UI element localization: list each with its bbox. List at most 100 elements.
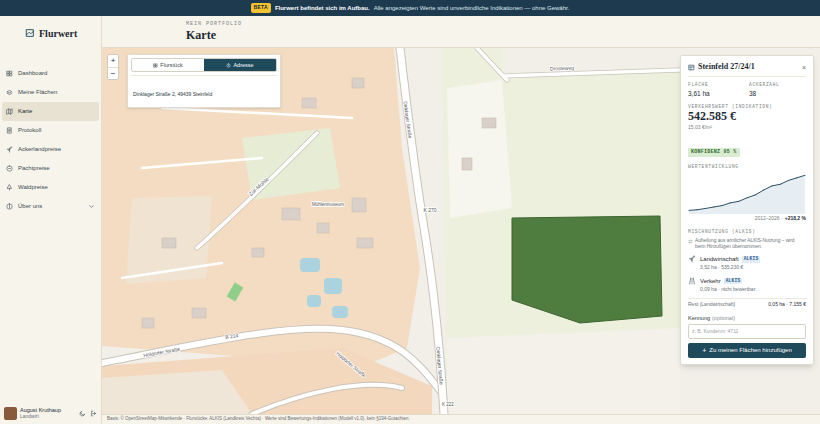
mix-rest: Rest (Landwirtschaft)0,05 ha · 7.155 € (688, 298, 806, 309)
attribution-text: Basis: © OpenStreetMap-Mitwirkende · Flu… (107, 416, 410, 423)
add-to-portfolio-button[interactable]: +Zu meinen Flächen hinzufügen (688, 343, 806, 358)
sidebar-item[interactable]: Karte (2, 102, 99, 121)
chart-segment (747, 195, 755, 198)
sidebar-item[interactable]: Meine Flächen (2, 83, 99, 102)
sidebar-item-label: Pachtpreise (18, 164, 50, 173)
search-mode-tab[interactable]: Flurstück (132, 59, 204, 71)
parcel-stats: FLÄCHE3,61 haACKERZAHL38 (688, 82, 806, 99)
kennung-label-text: Kennung (688, 314, 710, 322)
tab-icon (226, 63, 231, 68)
close-button[interactable]: × (802, 64, 806, 71)
chevron-icon (88, 203, 95, 210)
confidence-badge: KONFIDENZ 95 % (688, 148, 740, 158)
chart-segment (739, 198, 747, 202)
chart-segment (697, 209, 705, 210)
beta-banner: BETAFlurwert befindet sich im Aufbau.All… (0, 0, 820, 16)
use-icon (688, 277, 696, 285)
nav-icon (6, 203, 13, 210)
main: MEIN PORTFOLIOKarte (102, 16, 820, 424)
parcel-panel: Steinfeld 27/24/1×FLÄCHE3,61 haACKERZAHL… (680, 55, 814, 365)
moon-icon (79, 410, 86, 417)
rest-label: Rest (Landwirtschaft) (688, 301, 735, 309)
parcel-header: Steinfeld 27/24/1 × (688, 61, 806, 77)
chart-segment (797, 176, 805, 179)
banner-strong: Flurwert befindet sich im Aufbau. (275, 4, 370, 13)
sidebar-nav: Dashboard Meine Flächen KarteProtokoll Acke… (0, 64, 101, 216)
nav-icon (6, 184, 13, 191)
sidebar-item[interactable]: Protokoll (2, 121, 99, 140)
nav-icon (6, 70, 13, 77)
mix-row-body: VerkehrALKIS0,09 ha · nicht bewertbar (700, 277, 755, 294)
mix-row-body: LandwirtschaftALKIS3,52 ha · 535.230 € (700, 255, 760, 272)
tab-icon (153, 63, 158, 68)
map-label: Mühlenmuseum (312, 202, 344, 207)
page-title: Karte (186, 29, 820, 42)
search-mode-tab[interactable]: Adresse (204, 59, 276, 71)
alkis-badge: ALKIS (742, 256, 761, 263)
user-actions (79, 410, 97, 417)
page-eyebrow: MEIN PORTFOLIO (186, 21, 820, 29)
sidebar-item-label: Meine Flächen (18, 88, 57, 97)
parcel-title: Steinfeld 27/24/1 (698, 61, 755, 73)
logo-icon (25, 28, 35, 38)
plus-icon: + (702, 347, 706, 354)
mix-note-text: Aufteilung aus amtlicher ALKIS-Nutzung –… (695, 238, 806, 250)
use-icon (688, 255, 696, 263)
value-line-chart (688, 172, 806, 214)
user-role: Landwirt (20, 414, 61, 420)
stat-label: ACKERZAHL (749, 82, 806, 89)
search-mode-label: Adresse (233, 61, 253, 69)
mix-row-detail: 3,52 ha · 535.230 € (700, 264, 760, 272)
sidebar-item[interactable]: Pachtpreise (2, 159, 99, 178)
nav-icon (6, 108, 13, 115)
search-result[interactable]: Dinklager Straße 2, 49439 Steinfeld (131, 75, 277, 104)
sidebar-item[interactable]: Dashboard (2, 64, 99, 83)
search-mode-tabs: Flurstück Adresse (131, 58, 277, 72)
parcel-icon (688, 64, 695, 71)
sidebar-item[interactable]: Ackerlandpreise (2, 140, 99, 159)
confidence-wrap: KONFIDENZ 95 % (688, 136, 806, 160)
stat-label: FLÄCHE (688, 82, 745, 89)
search-panel: Flurstück Adresse Dinklager Straße 2, 4943… (127, 54, 281, 108)
nav-icon (6, 165, 13, 172)
sidebar-item-label: Ackerlandpreise (18, 145, 61, 154)
mix-note: Aufteilung aus amtlicher ALKIS-Nutzung –… (688, 238, 806, 250)
map-label: Holdorfer Straße (335, 350, 367, 378)
alkis-badge: ALKIS (724, 278, 743, 285)
chart-change: +218,2 % (785, 215, 806, 223)
mix-row-head: LandwirtschaftALKIS (700, 255, 760, 264)
chart-segment (714, 206, 722, 207)
chart-segment (706, 207, 714, 208)
map-attribution: Basis: © OpenStreetMap-Mitwirkende · Flu… (102, 414, 820, 424)
map-label: K 222 (442, 402, 454, 407)
user-profile[interactable]: August KruthaupLandwirt (0, 407, 101, 420)
search-mode-label: Flurstück (160, 61, 182, 69)
nav-icon (6, 127, 13, 134)
stat-value: 3,61 ha (688, 89, 745, 99)
value-amount: 542.585 € (688, 110, 806, 124)
parcel-stat: FLÄCHE3,61 ha (688, 82, 745, 99)
parcel-stat: ACKERZAHL38 (749, 82, 806, 99)
page-header: MEIN PORTFOLIOKarte (102, 16, 820, 48)
map-label: Dinklager Straße (402, 101, 413, 139)
zoom-control: +− (107, 54, 119, 80)
chart-caption: 2012–2026 ·+218,2 % (688, 215, 806, 223)
chart-segment (780, 181, 788, 185)
mix-row-label: Verkehr (700, 277, 721, 286)
map[interactable]: Zur Mühle Dinklager Straße K 270 Mühlenmuse… (102, 48, 820, 414)
sidebar-item-label: Waldpreise (18, 183, 48, 192)
sidebar-item[interactable]: Über uns (2, 197, 99, 216)
sidebar-item-label: Über uns (18, 202, 42, 211)
map-label: Zur Mühle (247, 176, 269, 197)
kennung-input[interactable] (688, 324, 806, 340)
brand-logo[interactable]: Flurwert (0, 26, 101, 40)
mix-row-detail: 0,09 ha · nicht bewertbar (700, 286, 755, 294)
nav-icon (6, 146, 13, 153)
sidebar-item[interactable]: Waldpreise (2, 178, 99, 197)
map-label: K 270 (423, 207, 436, 213)
user-avatar (4, 407, 17, 420)
zoom-in-button[interactable]: + (108, 55, 118, 67)
app: BETAFlurwert befindet sich im Aufbau.All… (0, 0, 820, 424)
zoom-out-button[interactable]: − (108, 67, 118, 79)
kennung-label: Kennung(optional) (688, 314, 806, 322)
